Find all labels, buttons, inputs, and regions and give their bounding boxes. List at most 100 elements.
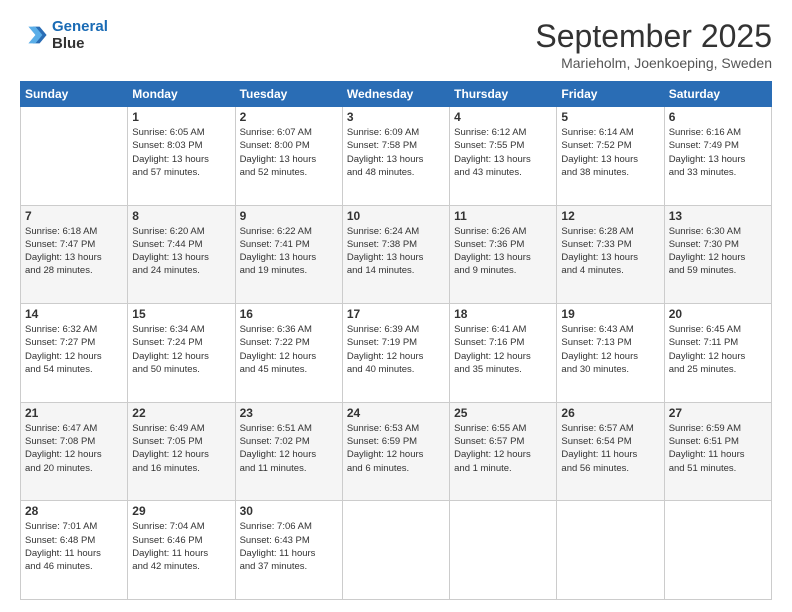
weekday-header-saturday: Saturday xyxy=(664,82,771,107)
calendar-cell: 7Sunrise: 6:18 AM Sunset: 7:47 PM Daylig… xyxy=(21,205,128,304)
day-number: 26 xyxy=(561,406,659,420)
calendar-cell: 21Sunrise: 6:47 AM Sunset: 7:08 PM Dayli… xyxy=(21,402,128,501)
day-number: 23 xyxy=(240,406,338,420)
logo-blue: Blue xyxy=(52,35,108,52)
day-info: Sunrise: 6:32 AM Sunset: 7:27 PM Dayligh… xyxy=(25,323,123,376)
day-info: Sunrise: 6:57 AM Sunset: 6:54 PM Dayligh… xyxy=(561,422,659,475)
day-info: Sunrise: 6:30 AM Sunset: 7:30 PM Dayligh… xyxy=(669,225,767,278)
day-info: Sunrise: 7:06 AM Sunset: 6:43 PM Dayligh… xyxy=(240,520,338,573)
day-number: 4 xyxy=(454,110,552,124)
day-info: Sunrise: 6:41 AM Sunset: 7:16 PM Dayligh… xyxy=(454,323,552,376)
calendar-cell: 3Sunrise: 6:09 AM Sunset: 7:58 PM Daylig… xyxy=(342,107,449,206)
day-info: Sunrise: 6:26 AM Sunset: 7:36 PM Dayligh… xyxy=(454,225,552,278)
day-number: 12 xyxy=(561,209,659,223)
calendar-cell: 9 Sunrise: 6:22 AM Sunset: 7:41 PM Daylig… xyxy=(235,205,342,304)
calendar-week-row: 1 Sunrise: 6:05 AM Sunset: 8:03 PM Daylig… xyxy=(21,107,772,206)
calendar-cell: 8 Sunrise: 6:20 AM Sunset: 7:44 PM Daylig… xyxy=(128,205,235,304)
day-number: 27 xyxy=(669,406,767,420)
title-block: September 2025 Marieholm, Joenkoeping, S… xyxy=(535,18,772,71)
day-number: 1 xyxy=(132,110,230,124)
day-number: 16 xyxy=(240,307,338,321)
day-number: 19 xyxy=(561,307,659,321)
day-info: Sunrise: 7:01 AM Sunset: 6:48 PM Dayligh… xyxy=(25,520,123,573)
day-info: Sunrise: 6:22 AM Sunset: 7:41 PM Dayligh… xyxy=(240,225,338,278)
day-info: Sunrise: 6:36 AM Sunset: 7:22 PM Dayligh… xyxy=(240,323,338,376)
day-number: 14 xyxy=(25,307,123,321)
calendar-cell: 2Sunrise: 6:07 AM Sunset: 8:00 PM Daylig… xyxy=(235,107,342,206)
weekday-header-friday: Friday xyxy=(557,82,664,107)
day-number: 22 xyxy=(132,406,230,420)
day-info: Sunrise: 6:59 AM Sunset: 6:51 PM Dayligh… xyxy=(669,422,767,475)
calendar-cell xyxy=(450,501,557,600)
day-number: 10 xyxy=(347,209,445,223)
weekday-header-wednesday: Wednesday xyxy=(342,82,449,107)
logo-general: General xyxy=(52,18,108,35)
calendar-cell: 20 Sunrise: 6:45 AM Sunset: 7:11 PM Dayli… xyxy=(664,304,771,403)
day-number: 5 xyxy=(561,110,659,124)
day-number: 15 xyxy=(132,307,230,321)
day-number: 20 xyxy=(669,307,767,321)
weekday-header-monday: Monday xyxy=(128,82,235,107)
day-info: Sunrise: 6:07 AM Sunset: 8:00 PM Dayligh… xyxy=(240,126,338,179)
calendar-cell: 23 Sunrise: 6:51 AM Sunset: 7:02 PM Dayli… xyxy=(235,402,342,501)
calendar-cell xyxy=(342,501,449,600)
calendar-cell xyxy=(664,501,771,600)
day-number: 9 xyxy=(240,209,338,223)
calendar-cell: 18 Sunrise: 6:41 AM Sunset: 7:16 PM Dayli… xyxy=(450,304,557,403)
calendar-cell: 4 Sunrise: 6:12 AM Sunset: 7:55 PM Daylig… xyxy=(450,107,557,206)
day-info: Sunrise: 6:43 AM Sunset: 7:13 PM Dayligh… xyxy=(561,323,659,376)
calendar-cell: 22Sunrise: 6:49 AM Sunset: 7:05 PM Dayli… xyxy=(128,402,235,501)
location-subtitle: Marieholm, Joenkoeping, Sweden xyxy=(535,55,772,71)
day-number: 3 xyxy=(347,110,445,124)
calendar-cell: 15 Sunrise: 6:34 AM Sunset: 7:24 PM Dayli… xyxy=(128,304,235,403)
calendar-cell: 13 Sunrise: 6:30 AM Sunset: 7:30 PM Dayli… xyxy=(664,205,771,304)
day-info: Sunrise: 6:45 AM Sunset: 7:11 PM Dayligh… xyxy=(669,323,767,376)
calendar-cell: 29 Sunrise: 7:04 AM Sunset: 6:46 PM Dayli… xyxy=(128,501,235,600)
calendar-cell xyxy=(21,107,128,206)
day-number: 30 xyxy=(240,504,338,518)
day-info: Sunrise: 6:28 AM Sunset: 7:33 PM Dayligh… xyxy=(561,225,659,278)
calendar-cell: 19 Sunrise: 6:43 AM Sunset: 7:13 PM Dayli… xyxy=(557,304,664,403)
day-info: Sunrise: 6:53 AM Sunset: 6:59 PM Dayligh… xyxy=(347,422,445,475)
day-info: Sunrise: 6:55 AM Sunset: 6:57 PM Dayligh… xyxy=(454,422,552,475)
calendar-cell: 26 Sunrise: 6:57 AM Sunset: 6:54 PM Dayli… xyxy=(557,402,664,501)
calendar-cell: 1 Sunrise: 6:05 AM Sunset: 8:03 PM Daylig… xyxy=(128,107,235,206)
calendar-cell: 27 Sunrise: 6:59 AM Sunset: 6:51 PM Dayli… xyxy=(664,402,771,501)
calendar-table: SundayMondayTuesdayWednesdayThursdayFrid… xyxy=(20,81,772,600)
calendar-cell xyxy=(557,501,664,600)
calendar-week-row: 14 Sunrise: 6:32 AM Sunset: 7:27 PM Dayli… xyxy=(21,304,772,403)
calendar-cell: 12 Sunrise: 6:28 AM Sunset: 7:33 PM Dayli… xyxy=(557,205,664,304)
day-info: Sunrise: 6:34 AM Sunset: 7:24 PM Dayligh… xyxy=(132,323,230,376)
day-number: 18 xyxy=(454,307,552,321)
day-info: Sunrise: 6:16 AM Sunset: 7:49 PM Dayligh… xyxy=(669,126,767,179)
logo-icon xyxy=(20,21,48,49)
day-number: 29 xyxy=(132,504,230,518)
header: General Blue September 2025 Marieholm, J… xyxy=(20,18,772,71)
page: General Blue September 2025 Marieholm, J… xyxy=(0,0,792,612)
weekday-header-row: SundayMondayTuesdayWednesdayThursdayFrid… xyxy=(21,82,772,107)
day-info: Sunrise: 7:04 AM Sunset: 6:46 PM Dayligh… xyxy=(132,520,230,573)
logo-text: General Blue xyxy=(52,18,108,53)
day-info: Sunrise: 6:39 AM Sunset: 7:19 PM Dayligh… xyxy=(347,323,445,376)
calendar-cell: 17Sunrise: 6:39 AM Sunset: 7:19 PM Dayli… xyxy=(342,304,449,403)
calendar-cell: 11 Sunrise: 6:26 AM Sunset: 7:36 PM Dayli… xyxy=(450,205,557,304)
day-number: 28 xyxy=(25,504,123,518)
calendar-week-row: 7Sunrise: 6:18 AM Sunset: 7:47 PM Daylig… xyxy=(21,205,772,304)
day-number: 13 xyxy=(669,209,767,223)
calendar-week-row: 21Sunrise: 6:47 AM Sunset: 7:08 PM Dayli… xyxy=(21,402,772,501)
day-number: 7 xyxy=(25,209,123,223)
calendar-cell: 14 Sunrise: 6:32 AM Sunset: 7:27 PM Dayli… xyxy=(21,304,128,403)
day-number: 25 xyxy=(454,406,552,420)
day-info: Sunrise: 6:12 AM Sunset: 7:55 PM Dayligh… xyxy=(454,126,552,179)
day-info: Sunrise: 6:24 AM Sunset: 7:38 PM Dayligh… xyxy=(347,225,445,278)
calendar-cell: 6Sunrise: 6:16 AM Sunset: 7:49 PM Daylig… xyxy=(664,107,771,206)
day-info: Sunrise: 6:14 AM Sunset: 7:52 PM Dayligh… xyxy=(561,126,659,179)
day-info: Sunrise: 6:20 AM Sunset: 7:44 PM Dayligh… xyxy=(132,225,230,278)
day-number: 8 xyxy=(132,209,230,223)
day-info: Sunrise: 6:05 AM Sunset: 8:03 PM Dayligh… xyxy=(132,126,230,179)
calendar-week-row: 28 Sunrise: 7:01 AM Sunset: 6:48 PM Dayli… xyxy=(21,501,772,600)
calendar-cell: 5 Sunrise: 6:14 AM Sunset: 7:52 PM Daylig… xyxy=(557,107,664,206)
day-number: 11 xyxy=(454,209,552,223)
day-info: Sunrise: 6:51 AM Sunset: 7:02 PM Dayligh… xyxy=(240,422,338,475)
calendar-cell: 25 Sunrise: 6:55 AM Sunset: 6:57 PM Dayli… xyxy=(450,402,557,501)
